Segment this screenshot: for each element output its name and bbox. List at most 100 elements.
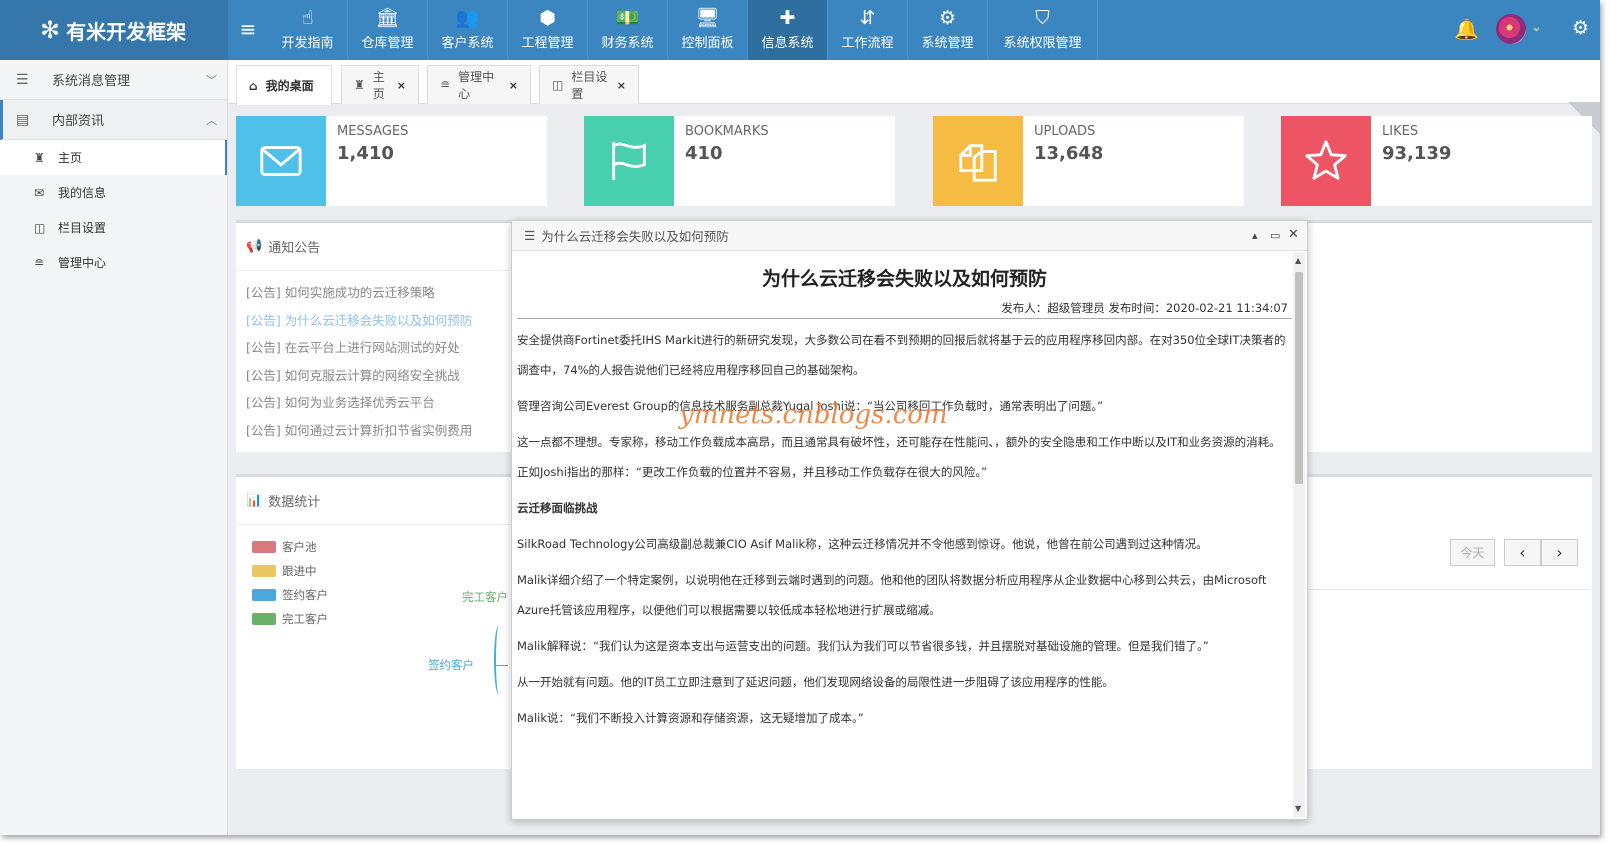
pie-label-completed: 完工客户	[462, 590, 508, 604]
nav-item-6[interactable]: ✚ 信息系统	[748, 0, 828, 60]
sort-icon: ⇵	[859, 7, 876, 29]
nav-item-7[interactable]: ⇵ 工作流程	[828, 0, 908, 60]
today-label: 今天	[1460, 546, 1485, 560]
dialog-header-title: 为什么云迁移会失败以及如何预防	[541, 229, 729, 244]
desktop-icon: 🖥	[695, 7, 720, 29]
sidebar-item-column-settings[interactable]: ◫ 栏目设置	[0, 210, 227, 245]
puzzle-icon: ✚	[779, 7, 796, 29]
sidebar-item-label: 主页	[58, 151, 83, 165]
dialog-header[interactable]: ☰ 为什么云迁移会失败以及如何预防 ▴ ▭ ✕	[512, 221, 1307, 251]
chevron-down-icon[interactable]: ⌄	[1531, 20, 1542, 35]
stat-icon-box	[1281, 116, 1371, 206]
sidebar-group-system-messages[interactable]: ☰ 系统消息管理 ﹀	[0, 60, 227, 100]
legend-swatch	[252, 541, 276, 553]
top-bar: ✻ 有米开发框架 ≡ ☝ 开发指南 🏛 仓库管理 👥 客户系统 ⬢ 工程管理 💵 财务系统 🖥 控制面…	[0, 0, 1600, 60]
sidebar-group-internal-news[interactable]: ▤ 内部资讯 ︿	[0, 100, 227, 140]
nav-item-label: 财务系统	[601, 36, 654, 51]
prev-button[interactable]: ‹	[1504, 539, 1541, 566]
article-paragraph: 这一点都不理想。专家称，移动工作负载成本高昂，而且通常具有破坏性，还可能存在性能…	[517, 435, 1281, 479]
watermark: ymnets.cnblogs.com	[679, 400, 948, 430]
menu-toggle-icon[interactable]: ≡	[237, 18, 259, 40]
home-icon: ♜	[34, 150, 45, 165]
nav-item-label: 信息系统	[761, 36, 814, 51]
tab-management-center[interactable]: ≘ 管理中心 ×	[427, 65, 531, 104]
legend-swatch	[252, 589, 276, 601]
scroll-up-icon[interactable]: ▲	[1295, 256, 1301, 265]
article-dialog: ☰ 为什么云迁移会失败以及如何预防 ▴ ▭ ✕ 为什么云迁移会失败以及如何预防 …	[511, 220, 1308, 820]
next-button[interactable]: ›	[1541, 539, 1578, 566]
legend-label: 签约客户	[282, 588, 328, 602]
home-icon: ♜	[354, 78, 365, 92]
stat-icon-box	[933, 116, 1023, 206]
nav-item-label: 工程管理	[521, 36, 574, 51]
app-title: 有米开发框架	[66, 19, 187, 44]
scroll-down-icon[interactable]: ▼	[1295, 804, 1301, 813]
article-paragraph: Malik说：“我们不断投入计算资源和存储资源，这无疑增加了成本。”	[517, 711, 864, 725]
legend-swatch	[252, 613, 276, 625]
nav-item-label: 开发指南	[281, 36, 334, 51]
sidebar-item-my-info[interactable]: ✉ 我的信息	[0, 175, 227, 210]
close-icon[interactable]: ×	[397, 79, 406, 92]
gears-icon: ⚙	[938, 7, 957, 29]
nav-item-9[interactable]: ⛉ 系统权限管理	[988, 0, 1098, 60]
nav-item-label: 仓库管理	[361, 36, 414, 51]
scrollbar[interactable]: ▲ ▼	[1293, 252, 1305, 817]
legend-label: 跟进中	[282, 564, 317, 578]
stat-value: 410	[685, 143, 723, 164]
collapse-icon[interactable]: ▴	[1252, 229, 1258, 242]
nav-item-4[interactable]: 💵 财务系统	[588, 0, 668, 60]
sidebar-item-label: 管理中心	[58, 256, 107, 270]
stat-label: MESSAGES	[337, 124, 409, 139]
list-icon: ☰	[16, 71, 29, 88]
dialog-body[interactable]: 为什么云迁移会失败以及如何预防 发布人：超级管理员 发布时间：2020-02-2…	[517, 252, 1292, 817]
home-icon: ⌂	[249, 78, 258, 93]
maximize-icon[interactable]: ▭	[1270, 229, 1280, 242]
money-icon: 💵	[615, 7, 640, 29]
chevron-left-icon: ‹	[1519, 543, 1526, 562]
sidebar-item-management-center[interactable]: ≘ 管理中心	[0, 245, 227, 280]
stat-label: LIKES	[1382, 124, 1419, 139]
avatar[interactable]	[1496, 14, 1526, 44]
sidebar-group-label: 系统消息管理	[52, 74, 131, 89]
article-title: 为什么云迁移会失败以及如何预防	[761, 268, 1047, 290]
nav-item-label: 客户系统	[441, 36, 494, 51]
nav-item-5[interactable]: 🖥 控制面板	[668, 0, 748, 60]
columns-icon: ◫	[34, 220, 46, 235]
list-icon: ☰	[524, 228, 536, 243]
stat-label: BOOKMARKS	[685, 124, 769, 139]
today-button[interactable]: 今天	[1450, 539, 1495, 566]
article-paragraph: 从一开始就有问题。他的IT员工立即注意到了延迟问题，他们发现网络设备的局限性进一…	[517, 675, 1114, 689]
sidebar: ☰ 系统消息管理 ﹀ ▤ 内部资讯 ︿ ♜ 主页 ✉ 我的信息 ◫ 栏目设置 ≘…	[0, 60, 228, 835]
tab-my-desktop[interactable]: ⌂ 我的桌面	[236, 65, 332, 105]
tab-label: 主页	[372, 70, 385, 101]
close-icon[interactable]: ×	[509, 79, 518, 92]
nav-item-label: 系统管理	[921, 36, 974, 51]
copy-icon	[959, 144, 997, 182]
sidebar-item-home[interactable]: ♜ 主页	[0, 140, 227, 175]
tab-column-settings[interactable]: ◫ 栏目设置 ×	[539, 65, 639, 104]
logo[interactable]: ✻ 有米开发框架	[0, 0, 228, 60]
columns-icon: ◫	[552, 78, 564, 92]
close-icon[interactable]: ✕	[1288, 227, 1299, 242]
tab-label: 栏目设置	[571, 70, 608, 101]
bell-icon[interactable]: 🔔	[1454, 17, 1479, 41]
nav-item-label: 控制面板	[681, 36, 734, 51]
scrollbar-thumb[interactable]	[1295, 272, 1303, 484]
tab-bar: ⌂ 我的桌面 ♜ 主页 × ≘ 管理中心 × ◫ 栏目设置 ×	[228, 60, 1600, 105]
close-icon[interactable]: ×	[617, 79, 626, 92]
nav-item-label: 工作流程	[841, 36, 894, 51]
stat-icon-box	[236, 116, 326, 206]
nav-item-3[interactable]: ⬢ 工程管理	[508, 0, 588, 60]
article-paragraph: 安全提供商Fortinet委托IHS Markit进行的新研究发现，大多数公司在…	[517, 333, 1286, 377]
tab-home[interactable]: ♜ 主页 ×	[341, 65, 419, 104]
bank-icon: 🏛	[375, 7, 400, 29]
nav-item-0[interactable]: ☝ 开发指南	[268, 0, 348, 60]
article-paragraph: SilkRoad Technology公司高级副总裁兼CIO Asif Mali…	[517, 537, 1208, 551]
article-paragraph: Malik解释说：“我们认为这是资本支出与运营支出的问题。我们认为我们可以节省很…	[517, 639, 1209, 653]
panel-title: 数据统计	[268, 495, 321, 510]
nav-item-1[interactable]: 🏛 仓库管理	[348, 0, 428, 60]
gear-icon[interactable]: ⚙	[1572, 17, 1589, 39]
nav-item-2[interactable]: 👥 客户系统	[428, 0, 508, 60]
app-window: ✻ 有米开发框架 ≡ ☝ 开发指南 🏛 仓库管理 👥 客户系统 ⬢ 工程管理 💵 财务系统 🖥 控制面…	[0, 0, 1600, 835]
nav-item-8[interactable]: ⚙ 系统管理	[908, 0, 988, 60]
